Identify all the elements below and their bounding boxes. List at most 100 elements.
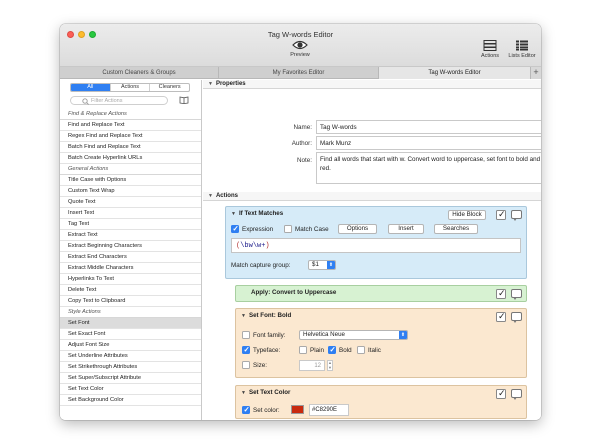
expression-field[interactable]: (\bw\w+) bbox=[231, 238, 521, 253]
disclosure-down-icon: ▼ bbox=[241, 313, 246, 319]
typeface-label: Typeface: bbox=[253, 347, 281, 354]
sidebar-item-extract-text[interactable]: Extract Text bbox=[60, 230, 201, 241]
name-field[interactable]: Tag W-words bbox=[316, 120, 541, 134]
if-text-matches-enabled-checkbox[interactable] bbox=[496, 209, 506, 220]
sidebar-item-extract-middle-characters[interactable]: Extract Middle Characters bbox=[60, 263, 201, 274]
sidebar-item-set-text-color[interactable]: Set Text Color bbox=[60, 384, 201, 395]
note-field[interactable]: Find all words that start with w. Conver… bbox=[316, 152, 541, 184]
set-color-checkbox[interactable] bbox=[242, 405, 250, 414]
sidebar-item-set-strikethrough-attributes[interactable]: Set Strikethrough Attributes bbox=[60, 362, 201, 373]
disclosure-down-icon: ▼ bbox=[208, 81, 213, 87]
set-text-color-enabled-checkbox[interactable] bbox=[496, 388, 506, 399]
book-icon[interactable] bbox=[179, 96, 189, 104]
comment-icon[interactable] bbox=[511, 210, 522, 221]
preview-button[interactable]: Preview bbox=[285, 40, 315, 58]
filter-segmented-control: All Actions Cleaners bbox=[70, 83, 190, 92]
tab-custom-cleaners[interactable]: Custom Cleaners & Groups bbox=[60, 67, 219, 79]
expression-label: Expression bbox=[242, 226, 274, 233]
sidebar-item-extract-end-characters[interactable]: Extract End Characters bbox=[60, 252, 201, 263]
add-tab-button[interactable]: + bbox=[531, 67, 541, 79]
sidebar-item-extract-beginning-characters[interactable]: Extract Beginning Characters bbox=[60, 241, 201, 252]
comment-icon[interactable] bbox=[511, 389, 522, 400]
font-family-value: Helvetica Neue bbox=[303, 331, 345, 338]
capture-group-value: $1 bbox=[312, 261, 319, 268]
comment-icon[interactable] bbox=[511, 289, 522, 300]
sidebar-item-quote-text[interactable]: Quote Text bbox=[60, 197, 201, 208]
plain-label: Plain bbox=[310, 347, 325, 354]
capture-group-label: Match capture group: bbox=[231, 262, 291, 269]
actions-toolbar-label: Actions bbox=[480, 53, 500, 59]
size-stepper[interactable]: ▲ ▼ bbox=[327, 360, 333, 371]
font-family-checkbox[interactable] bbox=[242, 331, 250, 339]
convert-uppercase-block: Apply: Convert to Uppercase bbox=[235, 285, 527, 302]
tab-my-favorites-editor[interactable]: My Favorites Editor bbox=[219, 67, 379, 79]
searches-button[interactable]: Searches bbox=[434, 224, 478, 234]
sidebar-item-regex-find-and-replace-text[interactable]: Regex Find and Replace Text bbox=[60, 131, 201, 142]
expression-checkbox[interactable] bbox=[231, 224, 239, 233]
sidebar-item-set-background-color[interactable]: Set Background Color bbox=[60, 395, 201, 406]
insert-button[interactable]: Insert bbox=[388, 224, 424, 234]
eye-icon bbox=[292, 40, 308, 50]
size-checkbox[interactable] bbox=[242, 361, 250, 369]
sidebar-item-batch-create-hyperlink-urls[interactable]: Batch Create Hyperlink URLs bbox=[60, 153, 201, 164]
sidebar-item-adjust-font-size[interactable]: Adjust Font Size bbox=[60, 340, 201, 351]
lists-editor-button[interactable]: Lists Editor bbox=[506, 40, 538, 59]
sidebar-item-delete-text[interactable]: Delete Text bbox=[60, 285, 201, 296]
window-title: Tag W-words Editor bbox=[267, 30, 334, 39]
disclosure-down-icon: ▼ bbox=[231, 211, 236, 217]
font-family-label: Font family: bbox=[253, 332, 286, 339]
sidebar-item-batch-find-and-replace-text[interactable]: Batch Find and Replace Text bbox=[60, 142, 201, 153]
capture-group-select[interactable]: $1 ⬍ bbox=[308, 260, 336, 270]
sidebar-item-set-font[interactable]: Set Font bbox=[60, 318, 201, 329]
list-grid-icon bbox=[516, 40, 528, 51]
segment-cleaners[interactable]: Cleaners bbox=[150, 84, 189, 91]
tab-tag-w-words-editor[interactable]: Tag W-words Editor bbox=[379, 67, 531, 79]
if-text-matches-title[interactable]: ▼ If Text Matches bbox=[231, 210, 283, 217]
properties-section-header[interactable]: ▼ Properties bbox=[203, 80, 541, 89]
note-label: Note: bbox=[296, 157, 312, 164]
sidebar-item-hyperlinks-to-text[interactable]: Hyperlinks To Text bbox=[60, 274, 201, 285]
convert-uppercase-title[interactable]: Apply: Convert to Uppercase bbox=[251, 289, 336, 296]
sidebar-item-title-case-with-options[interactable]: Title Case with Options bbox=[60, 175, 201, 186]
italic-checkbox[interactable] bbox=[357, 346, 365, 354]
bold-checkbox[interactable] bbox=[328, 345, 336, 354]
sidebar-item-set-exact-font[interactable]: Set Exact Font bbox=[60, 329, 201, 340]
editor-main: ▼ Properties Name: Tag W-words Author: Ma… bbox=[203, 80, 541, 420]
actions-toolbar-button[interactable]: Actions bbox=[476, 40, 504, 59]
set-font-title[interactable]: ▼ Set Font: Bold bbox=[241, 312, 291, 319]
sidebar-item-insert-text[interactable]: Insert Text bbox=[60, 208, 201, 219]
sidebar-category-find-replace-actions: Find & Replace Actions bbox=[60, 109, 201, 120]
size-field[interactable]: 12 bbox=[299, 360, 325, 371]
filter-placeholder: Filter Actions bbox=[91, 98, 123, 104]
color-swatch[interactable] bbox=[291, 405, 304, 414]
disclosure-down-icon: ▼ bbox=[241, 390, 246, 396]
color-hex-field[interactable]: #C8290E bbox=[309, 404, 349, 416]
sidebar-item-tag-text[interactable]: Tag Text bbox=[60, 219, 201, 230]
set-text-color-block: ▼Set Text Color Set color: #C8290E bbox=[235, 385, 527, 419]
typeface-checkbox[interactable] bbox=[242, 345, 250, 354]
options-button[interactable]: Options bbox=[338, 224, 377, 234]
lists-editor-label: Lists Editor bbox=[508, 53, 536, 59]
sidebar-item-copy-text-to-clipboard[interactable]: Copy Text to Clipboard bbox=[60, 296, 201, 307]
segment-actions[interactable]: Actions bbox=[111, 84, 151, 91]
sidebar-item-set-super-subscript-attribute[interactable]: Set Super/Subscript Attribute bbox=[60, 373, 201, 384]
font-family-select[interactable]: Helvetica Neue ⬍ bbox=[299, 330, 408, 340]
convert-enabled-checkbox[interactable] bbox=[496, 288, 506, 299]
plain-checkbox[interactable] bbox=[299, 346, 307, 354]
italic-label: Italic bbox=[368, 347, 381, 354]
sidebar-item-find-and-replace-text[interactable]: Find and Replace Text bbox=[60, 120, 201, 131]
author-label: Author: bbox=[291, 140, 312, 147]
sidebar-item-custom-text-wrap[interactable]: Custom Text Wrap bbox=[60, 186, 201, 197]
hide-block-button[interactable]: Hide Block bbox=[448, 210, 486, 220]
filter-actions-input[interactable]: Filter Actions bbox=[70, 96, 168, 105]
set-text-color-title[interactable]: ▼ Set Text Color bbox=[241, 389, 290, 396]
sidebar-category-general-actions: General Actions bbox=[60, 164, 201, 175]
comment-icon[interactable] bbox=[511, 312, 522, 323]
name-label: Name: bbox=[293, 124, 312, 131]
segment-all[interactable]: All bbox=[71, 84, 111, 91]
set-font-enabled-checkbox[interactable] bbox=[496, 311, 506, 322]
match-case-checkbox[interactable] bbox=[284, 225, 292, 233]
sidebar-item-set-underline-attributes[interactable]: Set Underline Attributes bbox=[60, 351, 201, 362]
actions-section-header[interactable]: ▼ Actions bbox=[203, 192, 541, 201]
author-field[interactable]: Mark Munz bbox=[316, 136, 541, 150]
